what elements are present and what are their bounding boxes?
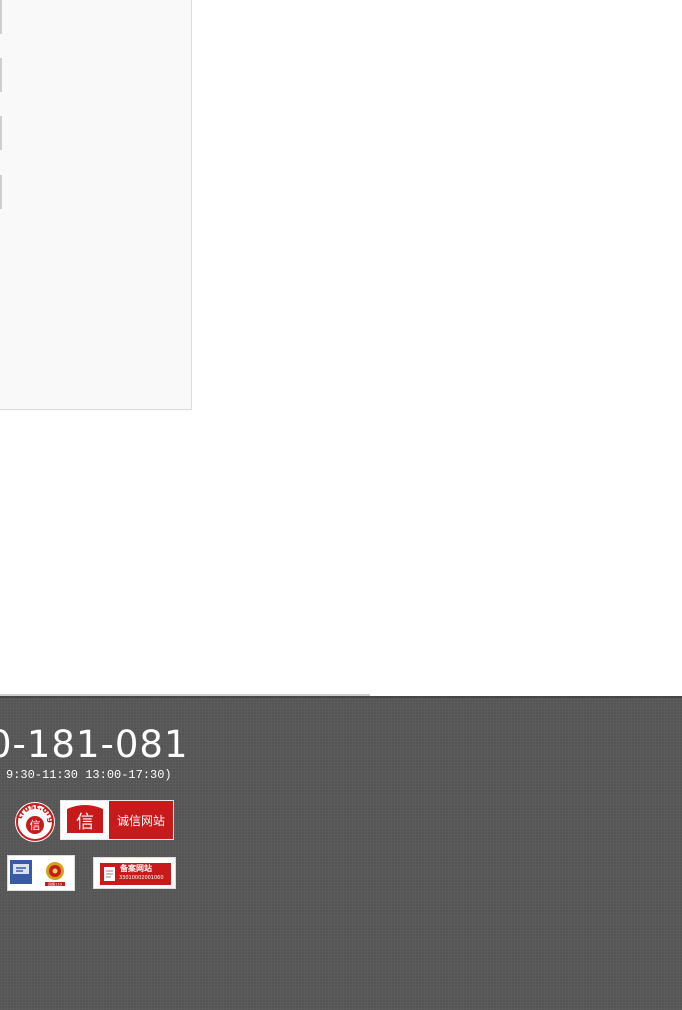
service-hours: 9:30-11:30 13:00-17:30): [6, 768, 172, 782]
integrity-label: 诚信网站: [116, 813, 165, 828]
police-caption: 网络110: [48, 882, 62, 887]
integrity-icon-box: 信: [61, 801, 109, 839]
sidebar-item-marker: [0, 0, 2, 34]
record-number: 33010002001060: [119, 875, 164, 881]
trust-seal-icon: trust.org.cn 信: [11, 794, 56, 842]
sidebar-item-marker: [0, 116, 2, 150]
trust-seal-badge[interactable]: trust.org.cn 信: [11, 794, 56, 843]
integrity-char: 信: [76, 812, 94, 833]
record-website-badge[interactable]: 备案网站 33010002001060: [93, 857, 176, 889]
sidebar-item-marker: [0, 58, 2, 92]
trust-seal-char: 信: [30, 819, 41, 832]
sidebar-item-marker: [0, 175, 2, 209]
sidebar-panel: [0, 0, 192, 410]
record-doc-icon: [104, 867, 115, 881]
record-badge-panel: 备案网站 33010002001060: [100, 863, 171, 885]
record-label: 备案网站: [120, 864, 152, 873]
network-police-badge[interactable]: 网络110: [7, 855, 75, 891]
integrity-website-badge[interactable]: 信 诚信网站: [60, 800, 174, 840]
integrity-seal-icon: 信: [67, 805, 103, 833]
police-badge-icon: 网络110: [10, 860, 65, 887]
hotline-number: 0-181-081: [0, 723, 189, 766]
